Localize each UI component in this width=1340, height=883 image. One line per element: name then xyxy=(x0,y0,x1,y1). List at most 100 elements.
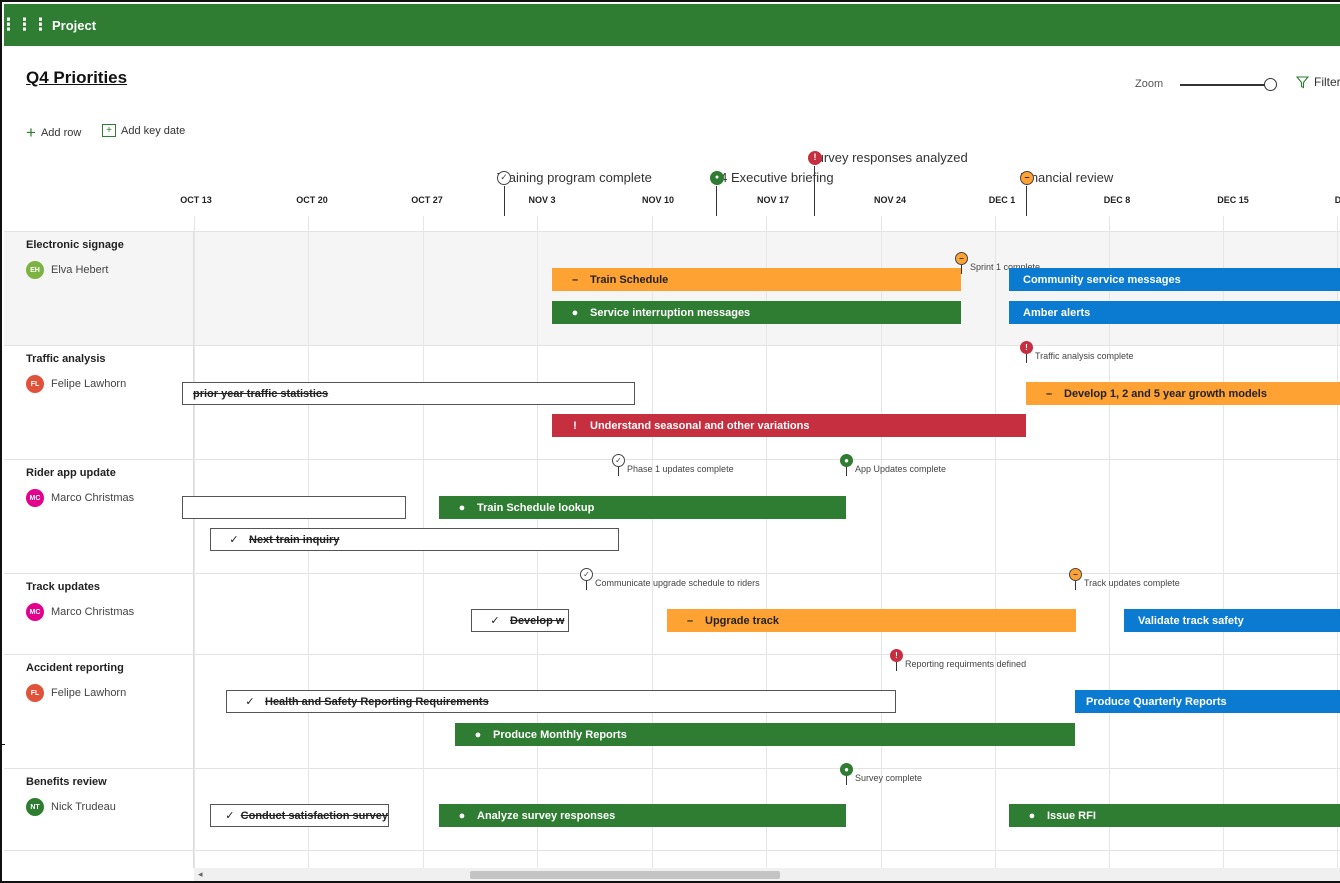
task-label: Issue RFI xyxy=(1047,809,1096,822)
milestone[interactable]: ✓ Phase 1 updates complete xyxy=(612,454,734,476)
task-bar[interactable]: – Upgrade track xyxy=(667,609,1076,632)
task-bar[interactable]: ✓ Conduct satisfaction survey xyxy=(210,804,389,827)
row-title[interactable]: Benefits review xyxy=(26,776,107,788)
app-frame: ⋮⋮⋮ Project Q4 Priorities Zoom Filter + … xyxy=(0,0,1340,883)
key-date[interactable]: ● Q4 Executive briefing xyxy=(710,170,834,185)
row-title[interactable]: Track updates xyxy=(26,581,100,593)
task-label: Produce Monthly Reports xyxy=(493,728,627,741)
milestone[interactable]: ● App Updates complete xyxy=(840,454,946,476)
task-label: Health and Safety Reporting Requirements xyxy=(265,695,489,708)
row-owner[interactable]: NT Nick Trudeau xyxy=(26,798,116,816)
divider xyxy=(2,744,5,745)
milestone-label: App Updates complete xyxy=(855,464,947,474)
key-date-marker-line xyxy=(814,166,815,216)
task-bar[interactable]: ● Analyze survey responses xyxy=(439,804,846,827)
key-date[interactable]: – Financial review xyxy=(1020,170,1113,185)
milestone[interactable]: – Track updates complete xyxy=(1069,568,1180,590)
row-title[interactable]: Traffic analysis xyxy=(26,353,106,365)
on-track-icon: ● xyxy=(840,763,853,776)
task-bar[interactable]: ✓ Develop w xyxy=(471,609,569,632)
key-date-label: Training program complete xyxy=(497,170,652,185)
add-row-button[interactable]: + Add row xyxy=(26,124,81,141)
row-header[interactable]: Rider app update MC Marco Christmas xyxy=(4,459,194,573)
key-date-marker-line xyxy=(716,186,717,216)
row-header[interactable]: Electronic signage EH Elva Hebert xyxy=(4,231,194,345)
task-label: Produce Quarterly Reports xyxy=(1086,695,1227,708)
check-icon: ✓ xyxy=(229,534,239,546)
task-bar[interactable]: Produce Quarterly Reports xyxy=(1075,690,1340,713)
on-track-icon: ● xyxy=(840,454,853,467)
milestone[interactable]: ! Traffic analysis complete xyxy=(1020,341,1134,363)
on-track-icon: ● xyxy=(710,170,724,185)
key-date[interactable]: ✓ Training program complete xyxy=(497,170,652,185)
key-date-label: Q4 Executive briefing xyxy=(710,170,834,185)
task-bar[interactable]: ! Understand seasonal and other variatio… xyxy=(552,414,1026,437)
filter-label: Filter xyxy=(1314,75,1340,89)
app-launcher-icon[interactable]: ⋮⋮⋮ xyxy=(2,4,49,46)
zoom-slider-track[interactable] xyxy=(1180,84,1268,86)
app-header: ⋮⋮⋮ Project xyxy=(2,4,1340,46)
task-bar[interactable]: ✓ Health and Safety Reporting Requiremen… xyxy=(226,690,896,713)
check-icon: ✓ xyxy=(225,810,235,822)
row-owner[interactable]: FL Felipe Lawhorn xyxy=(26,684,126,702)
task-bar[interactable]: ● Train Schedule lookup xyxy=(439,496,846,519)
row-header[interactable]: Traffic analysis FL Felipe Lawhorn xyxy=(4,345,194,459)
filter-button[interactable]: Filter xyxy=(1296,75,1340,89)
task-bar[interactable]: ✓ Next train inquiry xyxy=(210,528,619,551)
task-bar[interactable] xyxy=(182,496,406,519)
timeline-row xyxy=(4,850,1340,868)
milestone[interactable]: ! Reporting requirments defined xyxy=(890,649,1026,671)
row-owner[interactable]: EH Elva Hebert xyxy=(26,261,108,279)
milestone[interactable]: ✓ Communicate upgrade schedule to riders xyxy=(580,568,760,590)
add-row-label: Add row xyxy=(40,126,82,139)
timeline-date: NOV 24 xyxy=(873,195,907,205)
on-track-icon: ● xyxy=(458,501,466,514)
key-date[interactable]: ! Survey responses analyzed xyxy=(808,150,968,165)
task-label: Next train inquiry xyxy=(249,533,340,546)
row-owner[interactable]: MC Marco Christmas xyxy=(26,489,134,507)
timeline-date: NOV 3 xyxy=(528,195,556,205)
row-header[interactable]: Benefits review NT Nick Trudeau xyxy=(4,768,194,850)
task-bar[interactable]: – Train Schedule xyxy=(552,268,961,291)
key-date-marker-line xyxy=(1026,186,1027,216)
task-bar[interactable]: prior year traffic statistics xyxy=(182,382,635,405)
milestone[interactable]: ● Survey complete xyxy=(840,763,922,785)
gridline xyxy=(995,216,996,868)
task-bar[interactable]: ● Issue RFI xyxy=(1009,804,1340,827)
owner-name: Nick Trudeau xyxy=(51,801,116,813)
timeline-date: DEC 1 xyxy=(988,195,1016,205)
row-owner[interactable]: FL Felipe Lawhorn xyxy=(26,375,126,393)
task-bar[interactable]: Amber alerts xyxy=(1009,301,1340,324)
check-circle-icon: ✓ xyxy=(612,454,625,467)
timeline-date: OCT 20 xyxy=(296,195,328,205)
app-name[interactable]: Project xyxy=(52,18,96,33)
on-track-icon: ● xyxy=(458,809,466,822)
row-title[interactable]: Accident reporting xyxy=(26,662,124,674)
scroll-left-arrow-icon[interactable]: ◂ xyxy=(198,869,203,880)
add-key-date-button[interactable]: + Add key date xyxy=(102,124,185,137)
task-bar[interactable]: – Develop 1, 2 and 5 year growth models xyxy=(1026,382,1340,405)
milestone-label: Track updates complete xyxy=(1084,578,1180,588)
task-bar[interactable]: Community service messages xyxy=(1009,268,1340,291)
avatar: EH xyxy=(26,261,44,279)
task-bar[interactable]: ● Produce Monthly Reports xyxy=(455,723,1075,746)
horizontal-scrollbar[interactable]: ◂ xyxy=(194,868,1340,881)
zoom-slider-thumb[interactable] xyxy=(1264,78,1277,91)
row-title[interactable]: Electronic signage xyxy=(26,239,124,251)
on-track-icon: ● xyxy=(1028,809,1036,822)
timeline-date: OCT 27 xyxy=(411,195,443,205)
at-risk-icon: ! xyxy=(573,419,577,432)
avatar: FL xyxy=(26,684,44,702)
row-header[interactable]: Track updates MC Marco Christmas xyxy=(4,573,194,654)
page-title[interactable]: Q4 Priorities xyxy=(26,68,127,88)
milestone-label: Communicate upgrade schedule to riders xyxy=(595,578,760,588)
timeline-date: OCT 13 xyxy=(180,195,212,205)
row-title[interactable]: Rider app update xyxy=(26,467,116,479)
avatar: MC xyxy=(26,603,44,621)
row-header[interactable]: Accident reporting FL Felipe Lawhorn xyxy=(4,654,194,768)
task-bar[interactable]: Validate track safety xyxy=(1124,609,1340,632)
task-label: Develop 1, 2 and 5 year growth models xyxy=(1064,387,1267,400)
task-bar[interactable]: ● Service interruption messages xyxy=(552,301,961,324)
scrollbar-thumb[interactable] xyxy=(470,871,780,879)
row-owner[interactable]: MC Marco Christmas xyxy=(26,603,134,621)
